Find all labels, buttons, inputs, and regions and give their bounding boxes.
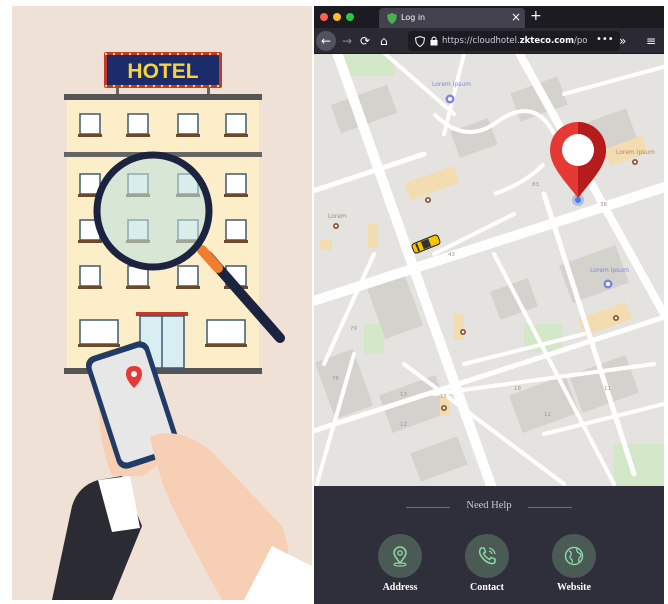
globe-icon xyxy=(564,546,584,566)
street-number: 15 xyxy=(440,394,447,400)
reload-icon[interactable]: ⟳ xyxy=(360,33,370,49)
map-label: Lorem ipsum xyxy=(616,149,655,156)
contact-label: Contact xyxy=(470,582,504,593)
need-help-text: Need Help xyxy=(466,500,512,511)
map-label: Lorem xyxy=(328,213,347,220)
phone-icon xyxy=(478,547,496,565)
street-number: 38 xyxy=(600,202,607,208)
tab-title: Log in xyxy=(401,13,426,22)
browser-navbar: ← → ⟳ ⌂ https://cloudhotel.zkteco.com/po… xyxy=(314,28,664,54)
new-tab-icon[interactable]: + xyxy=(530,7,542,25)
back-arrow-icon[interactable]: ← xyxy=(316,31,336,51)
city-map[interactable]: Lorem ipsum Lorem ipsum Lorem Lorem ipsu… xyxy=(314,54,664,486)
website-label: Website xyxy=(557,582,591,593)
illustration-art: HOTEL xyxy=(52,52,312,600)
overflow-chevron-icon[interactable]: » xyxy=(619,33,626,49)
street-number: 79 xyxy=(350,326,357,332)
hotel-search-illustration: HOTEL xyxy=(12,6,312,600)
minimize-window-button[interactable] xyxy=(333,13,341,21)
street-number: 12 xyxy=(544,412,551,418)
need-help-heading: Need Help xyxy=(314,500,664,514)
map-label: Lorem ipsum xyxy=(432,81,471,88)
street-number: 83 xyxy=(532,182,539,188)
shield-favicon-icon xyxy=(387,13,397,24)
maximize-window-button[interactable] xyxy=(346,13,354,21)
home-icon[interactable]: ⌂ xyxy=(380,33,388,49)
tab-login[interactable]: Log in × xyxy=(379,8,525,28)
street-number: 12 xyxy=(400,422,407,428)
lock-icon xyxy=(430,36,438,46)
street-number: 43 xyxy=(448,252,455,258)
divider-right xyxy=(528,507,572,508)
url-text: https://cloudhotel.zkteco.com/po xyxy=(442,36,588,46)
close-window-button[interactable] xyxy=(320,13,328,21)
street-number: 11 xyxy=(604,386,611,392)
url-bar[interactable]: https://cloudhotel.zkteco.com/po xyxy=(408,31,620,51)
address-label: Address xyxy=(382,582,418,593)
browser-window: Log in × + ← → ⟳ ⌂ https://cloudhotel.zk… xyxy=(314,6,664,604)
website-button[interactable] xyxy=(552,534,596,578)
tracking-shield-icon xyxy=(415,36,425,47)
contact-button[interactable] xyxy=(465,534,509,578)
close-tab-icon[interactable]: × xyxy=(511,10,521,24)
street-number: 76 xyxy=(332,376,339,382)
hamburger-menu-icon[interactable]: ≡ xyxy=(646,33,656,49)
location-pin-icon xyxy=(393,546,407,567)
hotel-sign-text: HOTEL xyxy=(127,60,198,83)
screenshot-root: HOTEL Log in × + ← → ⟳ ⌂ https://cloudho… xyxy=(0,0,668,604)
page-actions-icon[interactable]: ••• xyxy=(596,32,614,48)
forward-arrow-icon[interactable]: → xyxy=(342,33,352,49)
map-label: Lorem ipsum xyxy=(590,267,629,274)
help-footer: Need Help Address Contact Website xyxy=(314,486,664,604)
browser-titlebar: Log in × + xyxy=(314,6,664,28)
address-button[interactable] xyxy=(378,534,422,578)
street-number: 13 xyxy=(400,392,407,398)
street-number: 18 xyxy=(514,386,521,392)
